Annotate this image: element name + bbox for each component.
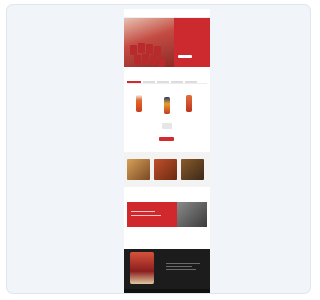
showcase-text-line xyxy=(166,263,200,264)
product-detail-image xyxy=(162,123,172,129)
promo-image xyxy=(177,202,207,227)
website-thumbnail xyxy=(124,9,210,293)
product-tab[interactable] xyxy=(157,81,169,83)
recipe-card-image[interactable] xyxy=(154,159,177,180)
promo-text-line xyxy=(131,215,161,216)
showcase-product-image xyxy=(130,252,154,284)
hero-cta-button[interactable] xyxy=(178,55,192,58)
product-bottle[interactable] xyxy=(186,95,192,112)
showcase-text-line xyxy=(166,269,196,270)
product-tabs xyxy=(127,81,207,84)
preview-card[interactable] xyxy=(6,4,311,294)
promo-text-line xyxy=(131,211,155,212)
recipe-card-image[interactable] xyxy=(181,159,204,180)
hero-product-photo xyxy=(124,17,174,67)
view-all-products-button[interactable] xyxy=(159,137,174,141)
product-tab[interactable] xyxy=(143,81,155,83)
product-tab[interactable] xyxy=(127,81,141,83)
product-tab[interactable] xyxy=(185,81,197,83)
product-tab[interactable] xyxy=(171,81,183,83)
recipe-card-image[interactable] xyxy=(127,159,150,180)
product-bottle[interactable] xyxy=(136,95,142,112)
product-bottle[interactable] xyxy=(164,97,170,114)
site-footer xyxy=(124,289,210,293)
site-header xyxy=(124,9,210,18)
showcase-text-line xyxy=(166,266,192,267)
